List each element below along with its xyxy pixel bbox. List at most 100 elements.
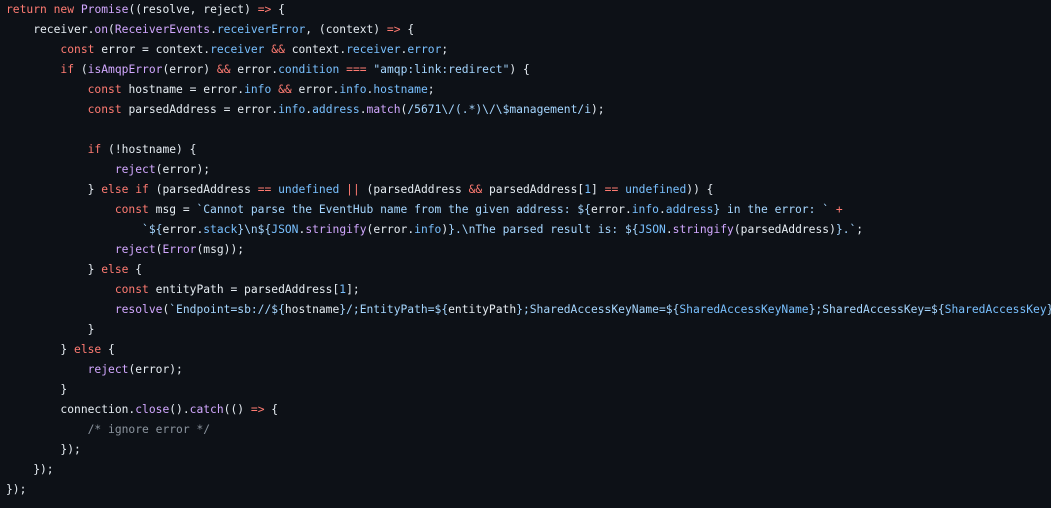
code-token: && xyxy=(216,63,231,76)
code-token: msg = xyxy=(148,203,197,216)
code-token: } xyxy=(6,263,102,276)
code-token: ( xyxy=(74,63,88,76)
code-token: { xyxy=(101,343,115,356)
code-line: }); xyxy=(6,460,1051,480)
code-line: const error = context.receiver && contex… xyxy=(6,40,1051,60)
code-line: if (!hostname) { xyxy=(6,140,1051,160)
code-token: (error. xyxy=(366,223,415,236)
code-token: resolve xyxy=(114,303,163,316)
code-token: /5671\/(.*)\/\$management/i xyxy=(407,103,591,116)
code-token: `${ xyxy=(142,223,163,236)
code-token: }/;EntityPath=${ xyxy=(339,303,449,316)
code-token: };SharedAccessKey=${ xyxy=(808,303,945,316)
code-token: info xyxy=(414,223,442,236)
code-token: match xyxy=(366,103,401,116)
code-token: address xyxy=(665,203,714,216)
code-token: Error xyxy=(162,243,197,256)
code-token: } in the error: ` xyxy=(713,203,830,216)
code-line: } xyxy=(6,320,1051,340)
code-line: const hostname = error.info && error.inf… xyxy=(6,80,1051,100)
code-token: else xyxy=(101,183,129,196)
code-token: if xyxy=(135,183,149,196)
code-token: (parsedAddress) xyxy=(733,223,836,236)
code-token: ]; xyxy=(346,283,360,296)
code-token: (error); xyxy=(128,363,183,376)
code-token: error. xyxy=(590,203,632,216)
code-token: ( xyxy=(108,23,115,36)
code-token: reject xyxy=(114,163,156,176)
code-token: && xyxy=(468,183,483,196)
code-line: } else { xyxy=(6,340,1051,360)
code-line: } else if (parsedAddress == undefined ||… xyxy=(6,180,1051,200)
code-token: }); xyxy=(6,483,27,496)
code-token: } xyxy=(6,383,68,396)
code-line: reject(error); xyxy=(6,360,1051,380)
code-line: reject(error); xyxy=(6,160,1051,180)
code-token: context. xyxy=(284,43,347,56)
code-line: resolve(`Endpoint=sb://${hostname}/;Enti… xyxy=(6,300,1051,320)
code-token: (parsedAddress xyxy=(148,183,258,196)
code-token: entityPath = parsedAddress[ xyxy=(148,283,340,296)
code-token: } xyxy=(6,183,102,196)
code-token: && xyxy=(271,43,285,56)
code-line: /* ignore error */ xyxy=(6,420,1051,440)
code-token: receiver xyxy=(346,43,401,56)
code-token: SharedAccessKey xyxy=(944,303,1047,316)
code-token: reject xyxy=(114,243,156,256)
code-token: (!hostname) { xyxy=(101,143,197,156)
code-token: receiverError xyxy=(216,23,306,36)
code-token: => xyxy=(386,23,401,36)
code-token: }` xyxy=(1047,303,1051,316)
code-line: } else { xyxy=(6,260,1051,280)
code-token: new xyxy=(53,3,75,16)
code-token: undefined xyxy=(278,183,340,196)
code-token: stringify xyxy=(672,223,734,236)
code-token: ); xyxy=(591,103,605,116)
code-token: , (context) xyxy=(305,23,387,36)
code-token: . xyxy=(665,223,673,236)
code-token: )) { xyxy=(686,183,714,196)
code-token: == xyxy=(604,183,619,196)
code-block: return new Promise((resolve, reject) => … xyxy=(0,0,1051,500)
code-token: (parsedAddress xyxy=(359,183,469,196)
code-token: if xyxy=(60,63,75,76)
code-token: const xyxy=(114,283,149,296)
code-token: info xyxy=(631,203,659,216)
code-token: error = context. xyxy=(94,43,211,56)
code-line: receiver.on(ReceiverEvents.receiverError… xyxy=(6,20,1051,40)
code-line: const parsedAddress = error.info.address… xyxy=(6,100,1051,120)
code-token: (). xyxy=(169,403,190,416)
code-line: if (isAmqpError(error) && error.conditio… xyxy=(6,60,1051,80)
code-token: . xyxy=(210,23,217,36)
code-token: /* ignore error */ xyxy=(87,423,211,436)
code-token: stringify xyxy=(305,223,367,236)
code-token: ; xyxy=(856,223,864,236)
code-token: const xyxy=(87,103,122,116)
code-token: { xyxy=(271,3,285,16)
code-token: === xyxy=(346,63,367,76)
code-token: const xyxy=(87,83,122,96)
code-token: info xyxy=(278,103,306,116)
code-token: };SharedAccessKeyName=${ xyxy=(516,303,680,316)
code-line: reject(Error(msg)); xyxy=(6,240,1051,260)
code-token: `Endpoint=sb://${ xyxy=(169,303,285,316)
code-token: { xyxy=(264,403,279,416)
code-token: hostname = error. xyxy=(121,83,245,96)
code-token: }); xyxy=(6,463,54,476)
code-token: => xyxy=(257,3,272,16)
code-token: reject xyxy=(87,363,129,376)
code-line: const msg = `Cannot parse the EventHub n… xyxy=(6,200,1051,220)
code-token: }); xyxy=(6,443,81,456)
